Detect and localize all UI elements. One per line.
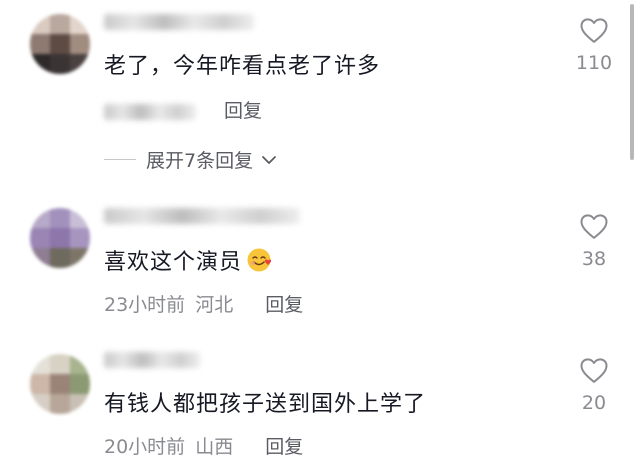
comment-location: 河北 [195, 294, 234, 316]
avatar[interactable] [30, 14, 90, 74]
comment-text-content: 喜欢这个演员 [104, 250, 243, 275]
comment-meta: 20小时前 山西 回复 [104, 432, 307, 459]
like-count: 38 [581, 248, 607, 270]
username-blurred[interactable] [104, 352, 200, 368]
avatar[interactable] [30, 354, 90, 414]
divider-line [104, 159, 136, 160]
reply-button[interactable]: 回复 [265, 294, 303, 316]
like-button[interactable]: 38 [572, 212, 616, 270]
expand-replies-button[interactable]: 展开7条回复 [104, 146, 277, 173]
heart-icon [580, 18, 608, 43]
chevron-down-icon [262, 155, 276, 164]
comment-time: 20小时前 [104, 436, 186, 458]
username-blurred[interactable] [104, 208, 300, 224]
heart-icon [580, 214, 608, 239]
reply-button[interactable]: 回复 [265, 436, 303, 458]
like-count: 20 [581, 392, 607, 414]
comment-meta: 23小时前 河北 回复 [104, 290, 307, 317]
comment-text: 老了，今年咋看点老了许多 [104, 54, 381, 79]
username-blurred[interactable] [104, 14, 254, 30]
comment-meta: 回复 [104, 96, 266, 123]
scrollbar[interactable] [630, 4, 634, 160]
smiling-face-with-hearts-emoji [247, 248, 272, 272]
comment-text: 喜欢这个演员 [104, 244, 272, 276]
avatar[interactable] [30, 208, 90, 268]
heart-icon [580, 358, 608, 383]
like-count: 110 [575, 52, 613, 74]
reply-button[interactable]: 回复 [224, 100, 262, 122]
meta-blurred [104, 103, 196, 120]
comment-text: 有钱人都把孩子送到国外上学了 [104, 392, 427, 417]
like-button[interactable]: 110 [572, 16, 616, 74]
comment-time: 23小时前 [104, 294, 186, 316]
like-button[interactable]: 20 [572, 356, 616, 414]
expand-label: 展开7条回复 [146, 150, 254, 172]
comment-location: 山西 [195, 436, 234, 458]
